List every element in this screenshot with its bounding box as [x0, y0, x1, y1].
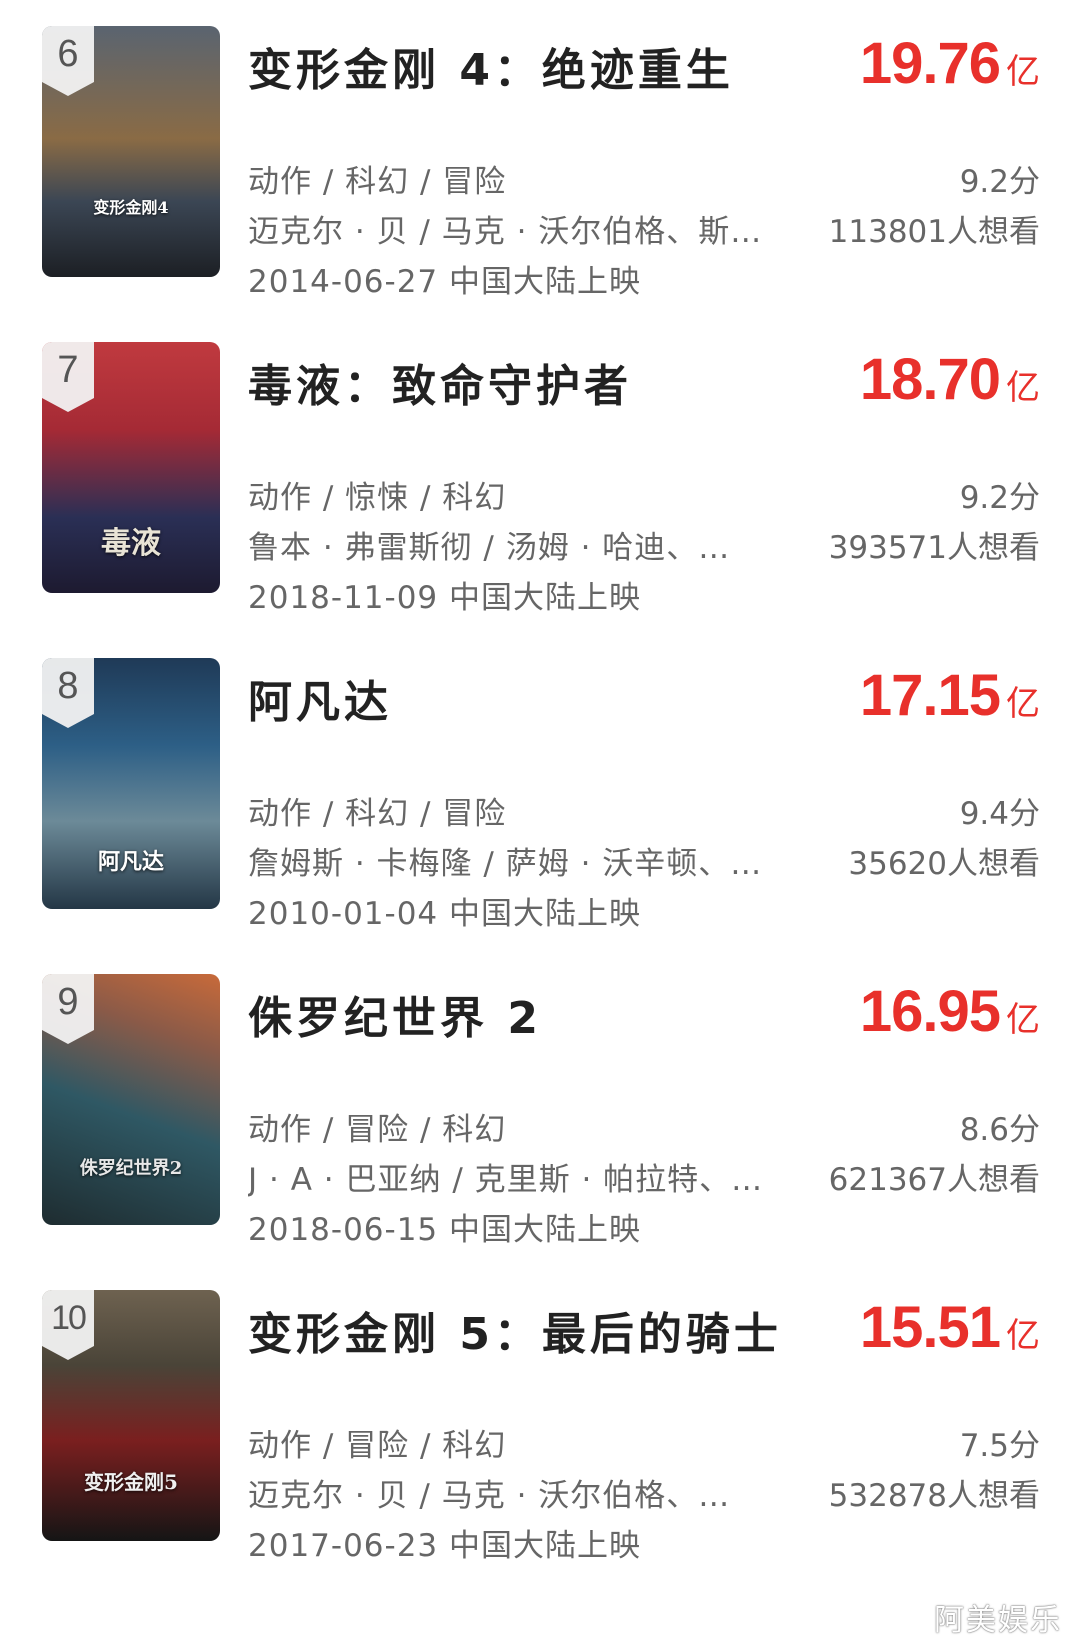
movie-genres: 动作 / 科幻 / 冒险	[248, 796, 507, 832]
movie-genres: 动作 / 冒险 / 科幻	[248, 1428, 507, 1464]
rank-badge: 8	[42, 658, 94, 728]
movie-score: 7.5分	[959, 1428, 1040, 1464]
want-to-see-count: 113801人想看	[828, 214, 1040, 250]
poster-image[interactable]: 阿凡达 8	[42, 658, 220, 909]
poster-caption: 侏罗纪世界2	[79, 1158, 183, 1179]
movie-cast: 迈克尔 · 贝 / 马克 · 沃尔伯格、斯…	[248, 214, 763, 250]
rank-number: 6	[57, 33, 79, 75]
want-to-see-count: 621367人想看	[828, 1162, 1040, 1198]
gross-value: 17.15	[859, 663, 1001, 728]
movie-cast: 詹姆斯 · 卡梅隆 / 萨姆 · 沃辛顿、…	[248, 846, 763, 882]
box-office-gross: 17.15 亿	[860, 662, 1040, 729]
gross-unit: 亿	[1006, 1316, 1040, 1356]
movie-title[interactable]: 变形金刚 4：绝迹重生	[248, 34, 734, 98]
release-date: 2014-06-27 中国大陆上映	[248, 264, 642, 300]
box-office-gross: 15.51 亿	[860, 1294, 1040, 1361]
rank-number: 10	[51, 1299, 87, 1337]
poster-image[interactable]: 变形金刚4 6	[42, 26, 220, 277]
box-office-gross: 18.70 亿	[860, 346, 1040, 413]
movie-score: 8.6分	[959, 1112, 1040, 1148]
movie-score: 9.2分	[959, 480, 1040, 516]
rank-badge: 10	[42, 1290, 94, 1360]
rank-badge: 7	[42, 342, 94, 412]
poster-image[interactable]: 变形金刚5 10	[42, 1290, 220, 1541]
poster-image[interactable]: 侏罗纪世界2 9	[42, 974, 220, 1225]
gross-unit: 亿	[1006, 684, 1040, 724]
movie-title[interactable]: 阿凡达	[248, 666, 392, 730]
movie-cast: 鲁本 · 弗雷斯彻 / 汤姆 · 哈迪、…	[248, 530, 731, 566]
poster-caption: 变形金刚4	[93, 198, 169, 217]
gross-unit: 亿	[1006, 1000, 1040, 1040]
gross-unit: 亿	[1006, 52, 1040, 92]
movie-item-rank-6[interactable]: 变形金刚4 6 变形金刚 4：绝迹重生 19.76 亿 动作 / 科幻 / 冒险 …	[0, 26, 1080, 342]
gross-value: 16.95	[859, 979, 1001, 1044]
want-to-see-count: 532878人想看	[828, 1478, 1040, 1514]
rank-badge: 9	[42, 974, 94, 1044]
want-to-see-count: 393571人想看	[828, 530, 1040, 566]
movie-genres: 动作 / 科幻 / 冒险	[248, 164, 507, 200]
gross-value: 19.76	[859, 31, 1001, 96]
poster-caption: 变形金刚5	[84, 1470, 178, 1494]
gross-value: 18.70	[859, 347, 1001, 412]
movie-title[interactable]: 毒液：致命守护者	[248, 350, 632, 414]
watermark: 阿美娱乐	[934, 1603, 1062, 1638]
box-office-gross: 19.76 亿	[860, 30, 1040, 97]
gross-value: 15.51	[859, 1295, 1001, 1360]
movie-score: 9.2分	[959, 164, 1040, 200]
rank-number: 8	[57, 665, 79, 707]
rank-number: 7	[57, 349, 79, 391]
movie-title[interactable]: 侏罗纪世界 2	[248, 982, 542, 1046]
box-office-gross: 16.95 亿	[860, 978, 1040, 1045]
release-date: 2017-06-23 中国大陆上映	[248, 1528, 642, 1564]
release-date: 2018-06-15 中国大陆上映	[248, 1212, 642, 1248]
release-date: 2018-11-09 中国大陆上映	[248, 580, 642, 616]
poster-caption: 阿凡达	[97, 849, 164, 875]
movie-genres: 动作 / 惊悚 / 科幻	[248, 480, 507, 516]
movie-item-rank-10[interactable]: 变形金刚5 10 变形金刚 5：最后的骑士 15.51 亿 动作 / 冒险 / 科…	[0, 1290, 1080, 1606]
want-to-see-count: 35620人想看	[848, 846, 1040, 882]
rank-badge: 6	[42, 26, 94, 96]
gross-unit: 亿	[1006, 368, 1040, 408]
rank-number: 9	[57, 981, 79, 1023]
movie-item-rank-7[interactable]: 毒液 7 毒液：致命守护者 18.70 亿 动作 / 惊悚 / 科幻 9.2分 鲁…	[0, 342, 1080, 658]
movie-cast: J · A · 巴亚纳 / 克里斯 · 帕拉特、…	[248, 1162, 764, 1198]
poster-image[interactable]: 毒液 7	[42, 342, 220, 593]
release-date: 2010-01-04 中国大陆上映	[248, 896, 642, 932]
movie-item-rank-9[interactable]: 侏罗纪世界2 9 侏罗纪世界 2 16.95 亿 动作 / 冒险 / 科幻 8.6…	[0, 974, 1080, 1290]
poster-caption: 毒液	[101, 526, 161, 561]
movie-item-rank-8[interactable]: 阿凡达 8 阿凡达 17.15 亿 动作 / 科幻 / 冒险 9.4分 詹姆斯 ·…	[0, 658, 1080, 974]
movie-title[interactable]: 变形金刚 5：最后的骑士	[248, 1298, 782, 1362]
movie-cast: 迈克尔 · 贝 / 马克 · 沃尔伯格、…	[248, 1478, 731, 1514]
movie-score: 9.4分	[959, 796, 1040, 832]
movie-genres: 动作 / 冒险 / 科幻	[248, 1112, 507, 1148]
